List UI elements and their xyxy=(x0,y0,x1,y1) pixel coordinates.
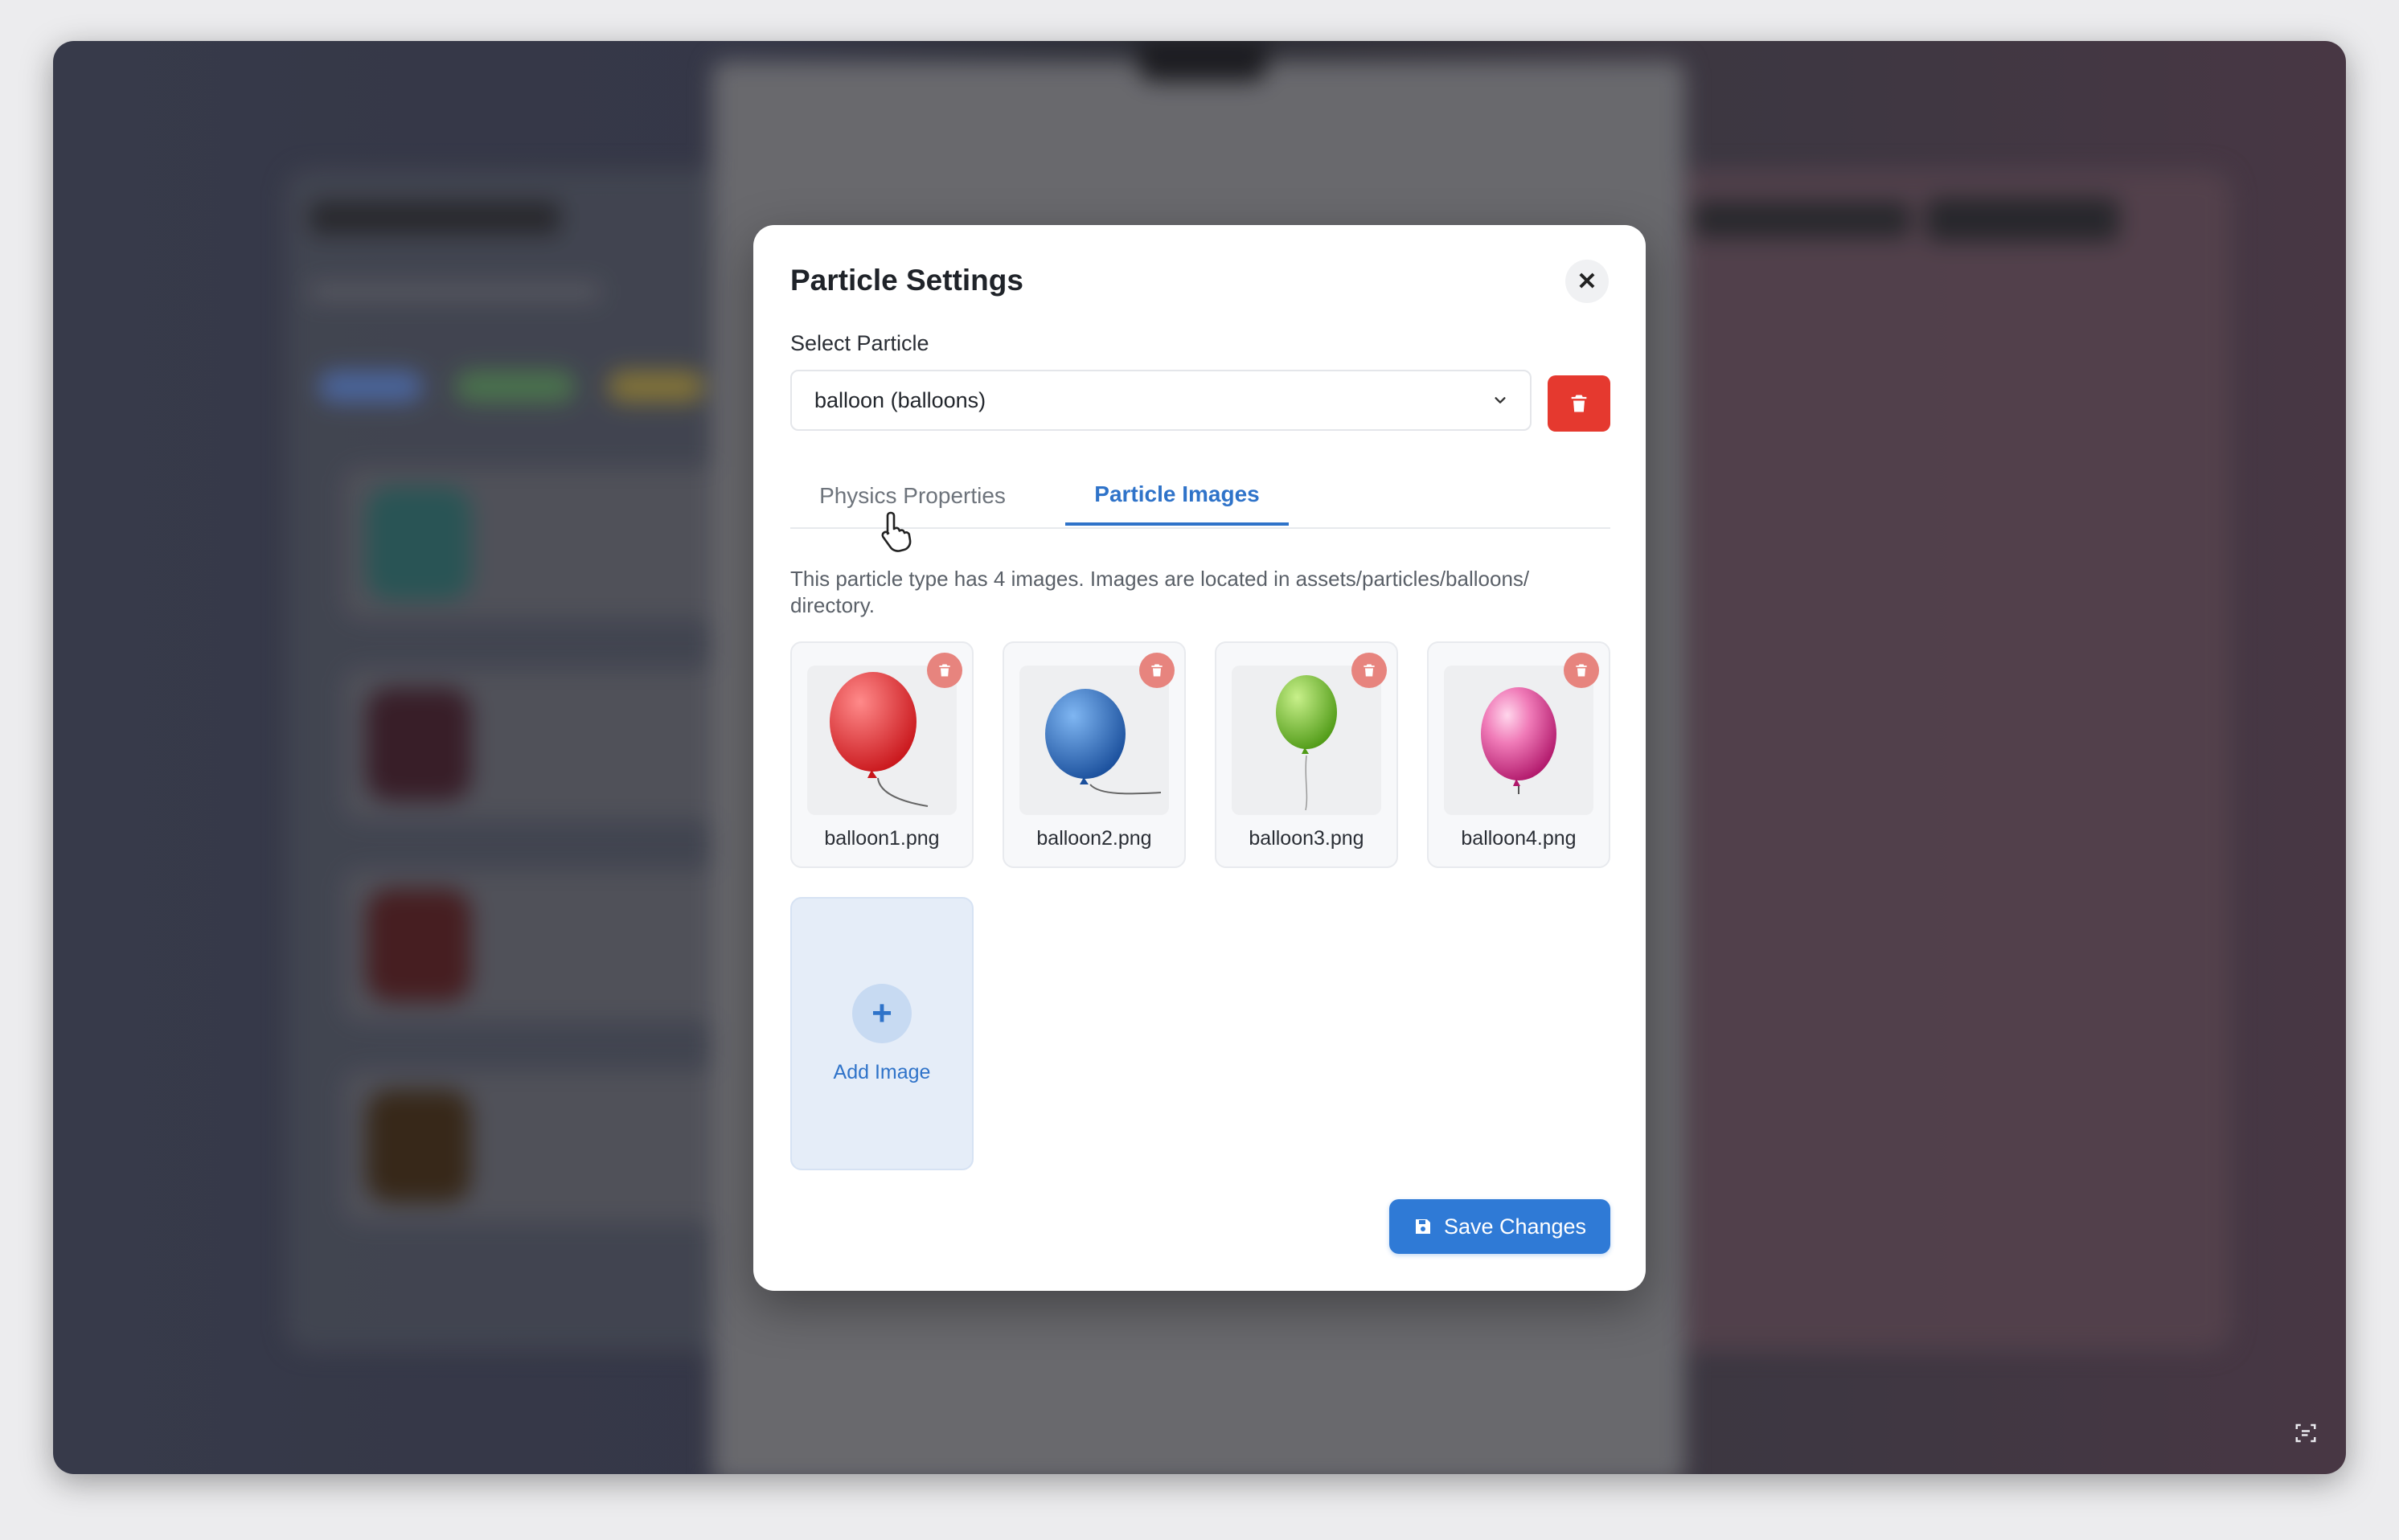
save-changes-button[interactable]: Save Changes xyxy=(1389,1199,1610,1254)
hand-cursor-icon xyxy=(881,511,912,552)
save-changes-label: Save Changes xyxy=(1443,1214,1587,1239)
tab-particle-images[interactable]: Particle Images xyxy=(1065,466,1289,526)
delete-image-button[interactable] xyxy=(1564,653,1599,688)
image-card: balloon4.png xyxy=(1427,641,1610,868)
image-thumbnail xyxy=(1232,666,1381,815)
trash-icon xyxy=(1151,664,1163,677)
balloon-image xyxy=(830,672,929,807)
close-button[interactable]: ✕ xyxy=(1565,260,1609,303)
particle-select[interactable]: balloon (balloons) xyxy=(790,370,1532,431)
particle-settings-modal: Particle Settings ✕ Select Particle ball… xyxy=(753,225,1646,1291)
image-filename: balloon4.png xyxy=(1461,827,1577,850)
close-icon: ✕ xyxy=(1577,268,1597,295)
image-filename: balloon1.png xyxy=(824,827,940,850)
trash-icon xyxy=(939,664,950,677)
trash-icon xyxy=(1576,664,1587,677)
delete-particle-button[interactable] xyxy=(1548,375,1610,432)
balloon-image xyxy=(1045,689,1162,795)
image-thumbnail xyxy=(1444,666,1593,815)
image-filename: balloon3.png xyxy=(1249,827,1364,850)
save-icon xyxy=(1415,1219,1430,1234)
trash-icon xyxy=(1364,664,1375,677)
balloon-image xyxy=(1481,687,1556,794)
delete-image-button[interactable] xyxy=(927,653,962,688)
image-thumbnail xyxy=(807,666,957,815)
image-filename: balloon2.png xyxy=(1036,827,1152,850)
images-info-text: This particle type has 4 images. Images … xyxy=(790,567,1530,617)
modal-title: Particle Settings xyxy=(790,264,1023,297)
image-thumbnail xyxy=(1019,666,1169,815)
chevron-down-icon xyxy=(1495,397,1506,403)
screenshot-scan-icon[interactable] xyxy=(2290,1421,2322,1453)
delete-image-button[interactable] xyxy=(1139,653,1175,688)
trash-icon xyxy=(1571,395,1587,412)
plus-icon: + xyxy=(852,983,912,1043)
particle-select-value: balloon (balloons) xyxy=(814,387,986,412)
image-card: balloon2.png xyxy=(1003,641,1186,868)
image-card: balloon3.png xyxy=(1215,641,1398,868)
delete-image-button[interactable] xyxy=(1351,653,1387,688)
select-particle-label: Select Particle xyxy=(790,331,929,355)
add-image-button[interactable]: + Add Image xyxy=(790,897,974,1170)
add-image-label: Add Image xyxy=(833,1060,931,1083)
balloon-image xyxy=(1276,675,1337,811)
image-card: balloon1.png xyxy=(790,641,974,868)
